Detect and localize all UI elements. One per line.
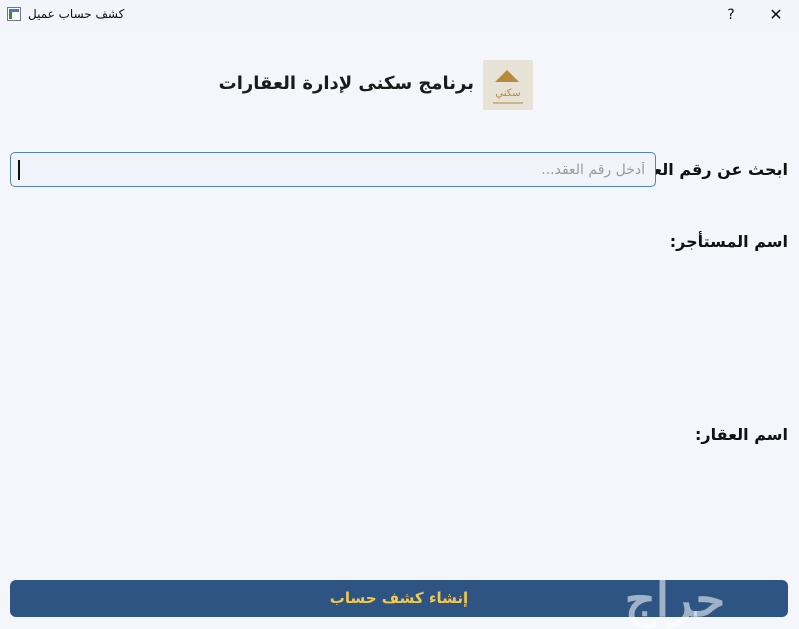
- close-button[interactable]: ✕: [760, 0, 792, 30]
- house-roof-icon: [495, 70, 519, 82]
- app-header: سكني برنامج سكنى لإدارة العقارات: [0, 60, 799, 112]
- window-title: كشف حساب عميل: [28, 7, 125, 21]
- logo-text: سكني: [495, 88, 521, 99]
- create-statement-button[interactable]: إنشاء كشف حساب: [10, 580, 788, 617]
- sakani-logo: سكني: [483, 60, 533, 110]
- contract-number-input[interactable]: [10, 152, 656, 187]
- logo-underline: [493, 102, 523, 104]
- text-caret: [18, 160, 20, 180]
- tenant-name-label: اسم المستأجر:: [669, 232, 788, 251]
- window-app-icon: [7, 7, 21, 21]
- app-title: برنامج سكنى لإدارة العقارات: [218, 73, 474, 94]
- help-button[interactable]: ?: [715, 0, 747, 30]
- property-name-label: اسم العقار:: [695, 425, 788, 444]
- title-bar: كشف حساب عميل ? ✕: [0, 0, 799, 30]
